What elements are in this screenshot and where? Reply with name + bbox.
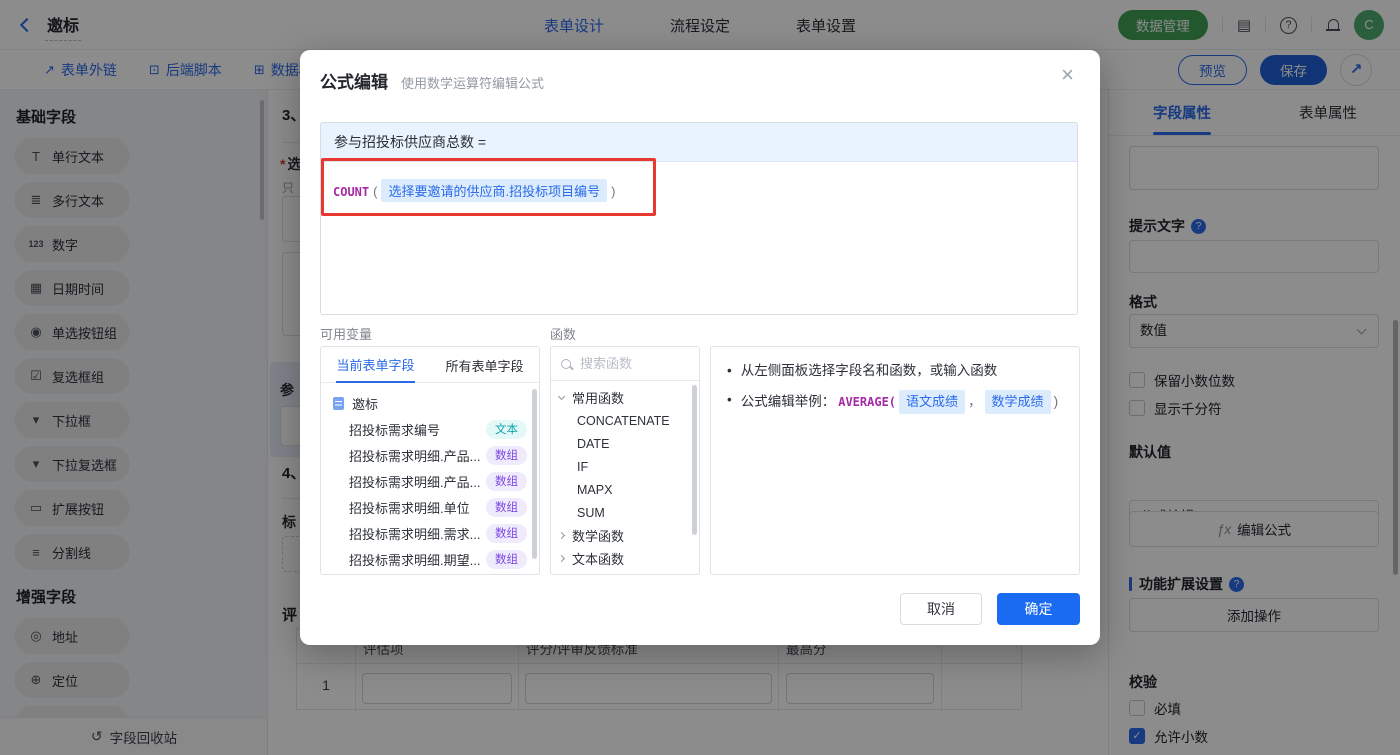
chevron-right-icon — [557, 531, 566, 540]
formula-field-chip[interactable]: 选择要邀请的供应商.招投标项目编号 — [381, 179, 608, 202]
function-group-label: 常用函数 — [572, 391, 625, 406]
modal-title: 公式编辑 — [320, 73, 388, 92]
formula-help-panel: • 从左侧面板选择字段名和函数，或输入函数 • 公式编辑举例： AVERAGE(语… — [710, 346, 1080, 575]
formula-editor-box: 参与招投标供应商总数 = COUNT(选择要邀请的供应商.招投标项目编号) — [320, 122, 1078, 315]
help-example-paren-close: ) — [1053, 394, 1059, 409]
modal-subtitle: 使用数学运算符编辑公式 — [401, 76, 545, 91]
function-search[interactable] — [551, 347, 699, 381]
functions-scrollbar[interactable] — [692, 385, 697, 535]
search-icon — [561, 358, 571, 369]
chevron-down-icon — [557, 392, 566, 400]
variable-item[interactable]: 招投标需求明细.产品... 数组 — [321, 468, 539, 494]
help-tip-1-text: 从左侧面板选择字段名和函数，或输入函数 — [740, 363, 998, 378]
app-window: 邀标 表单设计 流程设定 表单设置 数据管理 ▤ ? C ↗ 表单外链 ⊡ 后端… — [0, 0, 1400, 755]
variable-type-tag: 数组 — [486, 471, 527, 491]
formula-paren-close: ) — [611, 184, 616, 199]
variables-section-label: 可用变量 — [320, 327, 373, 342]
variable-tree-root[interactable]: 邀标 — [321, 390, 539, 416]
tab-current-form-fields-label: 当前表单字段 — [336, 347, 415, 383]
functions-panel: 常用函数 CONCATENATE DATE IF MAPX SUM 数学函数 文… — [550, 346, 700, 575]
cancel-button[interactable]: 取消 — [900, 593, 982, 625]
help-example-function: AVERAGE( — [838, 395, 897, 409]
function-group-label: 文本函数 — [572, 552, 625, 567]
variable-item[interactable]: 招投标需求明细.期望... 数组 — [321, 546, 539, 572]
function-mapx[interactable]: MAPX — [551, 478, 699, 501]
formula-paren-open: ( — [373, 184, 378, 199]
functions-section-label: 函数 — [550, 327, 577, 342]
form-doc-icon — [333, 396, 344, 410]
modal-header: 公式编辑 使用数学运算符编辑公式 — [320, 68, 544, 93]
variables-scrollbar[interactable] — [532, 389, 537, 559]
function-if[interactable]: IF — [551, 455, 699, 478]
variables-panel: 当前表单字段 所有表单字段 邀标 招投标需求编号 文本 招投标需求明细.产品...… — [320, 346, 540, 575]
variable-type-tag: 数组 — [486, 445, 527, 465]
chevron-right-icon — [557, 554, 566, 563]
formula-function-name: COUNT — [333, 185, 370, 199]
confirm-button[interactable]: 确定 — [997, 593, 1080, 625]
close-icon[interactable]: × — [1061, 64, 1074, 86]
variable-name: 招投标需求明细.期望... — [349, 552, 481, 568]
help-example-comma: ， — [968, 394, 982, 409]
function-concatenate[interactable]: CONCATENATE — [551, 409, 699, 432]
bullet: • — [727, 392, 732, 407]
variable-name: 招投标需求编号 — [349, 422, 441, 438]
variable-item[interactable]: 招投标需求明细.单位 数组 — [321, 494, 539, 520]
help-tip-2: • 公式编辑举例： AVERAGE(语文成绩，数学成绩) — [727, 390, 1063, 414]
function-group-label: 数学函数 — [572, 529, 625, 544]
tab-current-form-fields[interactable]: 当前表单字段 — [321, 347, 430, 383]
variable-item[interactable]: 招投标需求编号 文本 — [321, 416, 539, 442]
variable-type-tag: 数组 — [486, 549, 527, 569]
help-example-chip-2: 数学成绩 — [984, 390, 1051, 414]
variables-tabs: 当前表单字段 所有表单字段 — [321, 347, 539, 383]
formula-input-area[interactable]: COUNT(选择要邀请的供应商.招投标项目编号) — [321, 162, 1077, 219]
help-tip-1: • 从左侧面板选择字段名和函数，或输入函数 — [727, 361, 1063, 381]
variable-name: 招投标需求明细.产品... — [349, 448, 481, 464]
tab-all-form-fields[interactable]: 所有表单字段 — [430, 347, 539, 382]
variable-name: 招投标需求明细.需求... — [349, 526, 481, 542]
function-group-text[interactable]: 文本函数 — [551, 547, 699, 570]
function-group-common[interactable]: 常用函数 — [551, 386, 699, 409]
tab-all-form-fields-label: 所有表单字段 — [445, 359, 524, 374]
variable-type-tag: 文本 — [486, 419, 527, 439]
function-date[interactable]: DATE — [551, 432, 699, 455]
formula-target-text: 参与招投标供应商总数 = — [334, 134, 487, 150]
variable-type-tag: 数组 — [486, 523, 527, 543]
variable-type-tag: 数组 — [486, 497, 527, 517]
bullet: • — [727, 363, 732, 378]
variable-item[interactable]: 招投标需求明细.产品... 数组 — [321, 442, 539, 468]
formula-editor-modal: 公式编辑 使用数学运算符编辑公式 × 参与招投标供应商总数 = COUNT(选择… — [300, 50, 1100, 645]
function-group-math[interactable]: 数学函数 — [551, 524, 699, 547]
help-example-chip-1: 语文成绩 — [899, 390, 966, 414]
variable-name: 招投标需求明细.产品... — [349, 474, 481, 490]
function-sum[interactable]: SUM — [551, 501, 699, 524]
variable-name: 招投标需求明细.单位 — [349, 500, 470, 516]
help-tip-2-text: 公式编辑举例： AVERAGE(语文成绩，数学成绩) — [741, 390, 1061, 414]
help-example-label: 公式编辑举例： — [740, 394, 836, 409]
formula-target-band: 参与招投标供应商总数 = — [321, 123, 1077, 162]
variable-root-label: 邀标 — [352, 396, 379, 412]
function-search-input[interactable] — [580, 356, 680, 371]
variable-item[interactable]: 招投标需求明细.需求... 数组 — [321, 520, 539, 546]
